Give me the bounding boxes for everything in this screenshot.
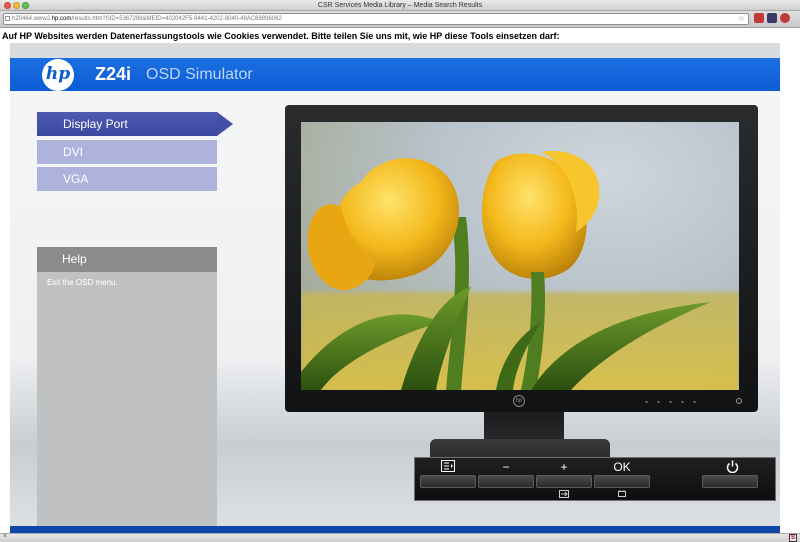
menu-icon — [419, 460, 477, 474]
address-bar[interactable]: h20464.www2.hp.com/results.htm?SID=53672… — [3, 13, 749, 25]
app-title: OSD Simulator — [146, 66, 253, 83]
bezel-button — [657, 401, 660, 403]
minus-label: − — [502, 460, 510, 474]
extension-icon-2[interactable] — [767, 13, 777, 23]
url-domain: hp.com — [51, 16, 72, 22]
osd-minus-button[interactable] — [478, 475, 534, 488]
hp-logo-icon: hp — [42, 59, 74, 91]
zoom-window-button[interactable] — [22, 2, 29, 9]
bezel-power-icon — [736, 398, 742, 404]
osd-plus-button[interactable] — [536, 475, 592, 488]
auto-adjust-icon — [615, 490, 629, 499]
model-name: Z24i — [95, 64, 132, 84]
plus-label: + — [560, 460, 568, 474]
help-title: Help — [37, 247, 217, 272]
bezel-hp-logo-icon: hp — [513, 395, 525, 407]
extension-icon-1[interactable] — [754, 13, 764, 23]
extension-icon-3[interactable] — [780, 13, 790, 23]
monitor: hp — [285, 105, 758, 412]
window-titlebar: CSR Services Media Library – Media Searc… — [0, 0, 800, 11]
osd-power-button[interactable] — [702, 475, 758, 488]
help-text: Exit the OSD menu. — [47, 278, 118, 287]
input-select-icon — [557, 490, 571, 499]
menu-item-label: VGA — [63, 172, 89, 186]
close-window-button[interactable] — [4, 2, 11, 9]
simulator-header: hp Z24i OSD Simulator — [10, 58, 780, 91]
menu-item-label: DVI — [63, 145, 84, 159]
menu-item-dvi[interactable]: DVI — [37, 140, 217, 164]
help-panel: Help Exit the OSD menu. — [37, 247, 217, 527]
favicon-icon — [5, 16, 10, 21]
bezel-button — [669, 401, 672, 403]
close-status-icon[interactable]: × — [3, 533, 7, 540]
tulips-wallpaper — [301, 150, 711, 390]
bezel-button — [693, 401, 696, 403]
menu-item-label: Display Port — [63, 117, 128, 131]
bookmark-star-icon[interactable]: ☆ — [738, 14, 745, 24]
menu-item-vga[interactable]: VGA — [37, 167, 217, 191]
bezel-button — [681, 401, 684, 403]
cookie-notice: Auf HP Websites werden Datenerfassungsto… — [2, 31, 560, 41]
osd-menu-button[interactable] — [420, 475, 476, 488]
status-badge[interactable]: S — [789, 534, 797, 542]
osd-ok-button[interactable] — [594, 475, 650, 488]
bezel-buttons — [645, 401, 725, 404]
osd-control-panel: − + OK — [414, 457, 776, 501]
url-path: /results.htm?SID=5367298&MEID=402042F5-9… — [71, 16, 282, 22]
power-symbol-icon — [726, 460, 738, 474]
ok-label: OK — [613, 460, 631, 474]
minimize-window-button[interactable] — [13, 2, 20, 9]
menu-item-display-port[interactable]: Display Port — [37, 112, 217, 136]
url-prefix: h20464.www2. — [12, 16, 52, 22]
window-title: CSR Services Media Library – Media Searc… — [317, 2, 483, 9]
bezel-button — [645, 401, 648, 403]
monitor-screen — [301, 122, 739, 390]
osd-simulator: hp Z24i OSD Simulator Display Port DVI V… — [10, 43, 780, 533]
active-menu-arrow-icon — [217, 112, 233, 136]
browser-toolbar: h20464.www2.hp.com/results.htm?SID=53672… — [0, 11, 800, 28]
power-icon — [703, 460, 761, 474]
browser-statusbar: × S — [0, 533, 800, 542]
menu-list-icon — [441, 460, 455, 472]
footer-bar — [10, 526, 780, 533]
